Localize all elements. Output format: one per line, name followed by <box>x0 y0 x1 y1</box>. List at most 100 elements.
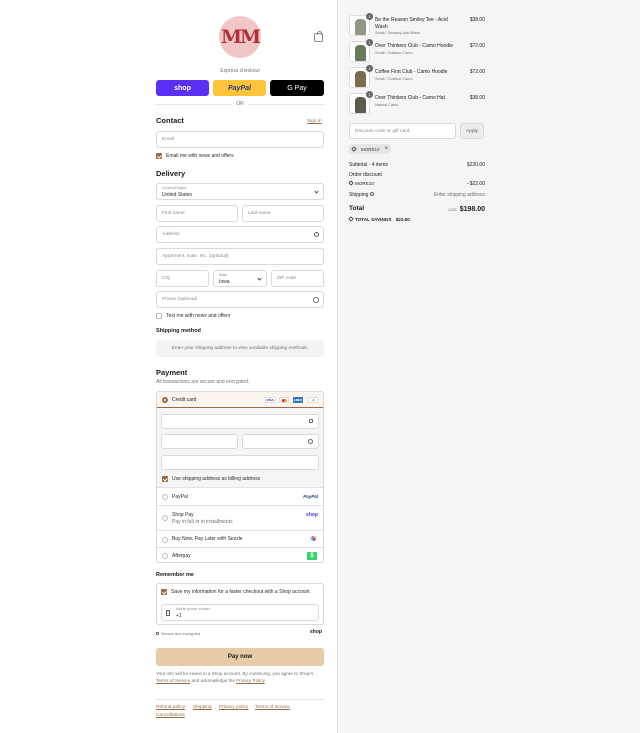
afterpay-option[interactable]: Afterpay $ <box>157 547 323 563</box>
shop-pay-option[interactable]: Shop Pay Pay in full or in installments … <box>157 505 323 530</box>
cart-item: 1 Be the Reason Smiley Tee - Acid Wash S… <box>349 13 485 39</box>
paypal-option[interactable]: PayPal PayPal <box>157 487 323 505</box>
help-icon[interactable] <box>308 439 313 444</box>
sezzle-label: Buy Now, Pay Later with Sezzle <box>172 536 243 542</box>
country-select[interactable]: Country/Region United States <box>156 183 324 200</box>
mobile-label: Mobile phone number <box>176 607 210 611</box>
lock-icon <box>309 419 313 423</box>
email-field[interactable]: Email <box>156 131 324 148</box>
save-info-label: Save my information for a faster checkou… <box>171 589 310 595</box>
card-number-field[interactable] <box>161 414 319 429</box>
terms-link[interactable]: Terms of Service <box>156 678 190 683</box>
footer-divider <box>156 699 324 700</box>
payment-heading: Payment <box>156 368 188 377</box>
quantity-badge: 1 <box>366 91 373 98</box>
item-title: Coffee First Club - Camo Hoodie <box>375 69 448 75</box>
privacy-link[interactable]: Privacy Policy <box>236 678 265 683</box>
item-price: $72.00 <box>469 69 485 75</box>
secure-text: Secure and encrypted <box>161 631 201 636</box>
or-label: OR <box>232 101 248 107</box>
savings-label: TOTAL SAVINGS <box>355 217 392 222</box>
apply-discount-button[interactable]: Apply <box>460 123 484 139</box>
remember-me-box: Save my information for a faster checkou… <box>156 583 324 625</box>
first-name-field[interactable]: First name <box>156 205 238 222</box>
secure-label: Secure and encrypted <box>156 631 200 636</box>
billing-same-checkbox[interactable] <box>162 476 168 482</box>
name-on-card-field[interactable] <box>161 455 319 470</box>
shop-pay-radio[interactable] <box>162 515 168 521</box>
address-field[interactable]: Address <box>156 226 324 243</box>
shop-logo-icon: shop <box>306 512 318 518</box>
sezzle-logo-icon <box>311 536 316 541</box>
quantity-badge: 1 <box>366 39 373 46</box>
city-field[interactable]: City <box>156 270 209 287</box>
item-variant: Small / Outdoor Camo <box>375 51 413 55</box>
sezzle-radio[interactable] <box>162 537 168 543</box>
applied-discount-chip: MORE10 × <box>349 144 391 154</box>
currency-code: USD <box>448 207 457 212</box>
zip-field[interactable]: ZIP code <box>271 270 324 287</box>
store-logo[interactable]: MM <box>219 16 261 58</box>
shopping-bag-icon[interactable] <box>314 31 323 42</box>
email-news-label: Email me with news and offers <box>166 153 234 159</box>
logo-text: MM <box>220 26 261 48</box>
google-pay-button[interactable]: G Pay <box>270 80 324 96</box>
quantity-badge: 1 <box>366 65 373 72</box>
shipping-policy-link[interactable]: Shipping <box>193 705 212 710</box>
subtotal-value: $220.00 <box>466 162 485 168</box>
state-value: Iowa <box>219 279 230 285</box>
item-title: Over Thinkers Club - Camo Hoodie <box>375 43 453 49</box>
paypal-radio[interactable] <box>162 494 168 500</box>
item-title: Be the Reason Smiley Tee - Acid Wash <box>375 17 448 30</box>
delivery-heading: Delivery <box>156 169 186 178</box>
country-value: United States <box>162 192 193 198</box>
pay-now-button[interactable]: Pay now <box>156 648 324 666</box>
item-price: $38.00 <box>469 95 485 101</box>
product-figure <box>355 45 366 61</box>
shipping-label: Shipping <box>349 192 369 198</box>
refund-policy-link[interactable]: Refund policy <box>156 705 185 710</box>
info-icon[interactable] <box>370 192 375 196</box>
credit-card-label: Credit card <box>172 397 197 403</box>
mobile-phone-field[interactable]: Mobile phone number +1 <box>161 604 319 621</box>
text-news-checkbox[interactable] <box>156 313 162 319</box>
country-label: Country/Region <box>162 186 187 190</box>
payment-subtitle: All transactions are secure and encrypte… <box>156 379 250 385</box>
paypal-button[interactable]: PayPal <box>213 80 266 96</box>
save-info-checkbox[interactable] <box>161 589 167 595</box>
chevron-down-icon <box>314 189 319 194</box>
afterpay-radio[interactable] <box>162 553 168 559</box>
state-select[interactable]: State Iowa <box>213 270 267 287</box>
contact-heading: Contact <box>156 116 184 125</box>
shop-logo-icon: shop <box>310 629 322 635</box>
phone-field[interactable]: Phone (optional) <box>156 291 324 308</box>
payment-options: Credit card VISA AMEX +5 Use shipping ad… <box>156 391 324 563</box>
shop-pay-sublabel: Pay in full or in installments <box>172 519 233 525</box>
terms-of-service-link[interactable]: Terms of service <box>255 705 290 710</box>
apartment-field[interactable]: Apartment, suite, etc. (optional) <box>156 248 324 265</box>
credit-card-option[interactable]: Credit card VISA AMEX +5 <box>157 392 323 408</box>
afterpay-logo-icon: $ <box>307 552 317 560</box>
help-icon[interactable] <box>313 297 319 303</box>
subtotal-row: Subtotal · 4 items $220.00 <box>349 162 485 168</box>
subtotal-label: Subtotal · 4 items <box>349 162 388 168</box>
discount-code-input[interactable]: Discount code or gift card <box>349 123 456 139</box>
item-variant: Small / Outdoor Camo <box>375 77 413 81</box>
sign-in-link[interactable]: Sign in <box>307 119 322 124</box>
credit-card-radio[interactable] <box>162 397 168 403</box>
sezzle-option[interactable]: Buy Now, Pay Later with Sezzle <box>157 530 323 547</box>
search-icon <box>314 232 319 237</box>
checkout-form-column: MM Express checkout shop PayPal G Pay OR… <box>0 0 337 733</box>
last-name-field[interactable]: Last name <box>242 205 324 222</box>
order-discount-label: Order discount <box>349 172 382 178</box>
email-news-checkbox[interactable] <box>156 153 162 159</box>
remove-discount-icon[interactable]: × <box>385 146 389 152</box>
privacy-policy-link[interactable]: Privacy policy <box>219 705 248 710</box>
phone-icon <box>166 610 170 616</box>
afterpay-label: Afterpay <box>172 553 191 559</box>
text-news-label: Text me with news and offers <box>166 313 231 319</box>
shop-pay-button[interactable]: shop <box>156 80 209 96</box>
expiration-field[interactable] <box>161 434 238 449</box>
cancellations-link[interactable]: Cancellations <box>156 713 185 718</box>
security-code-field[interactable] <box>242 434 319 449</box>
